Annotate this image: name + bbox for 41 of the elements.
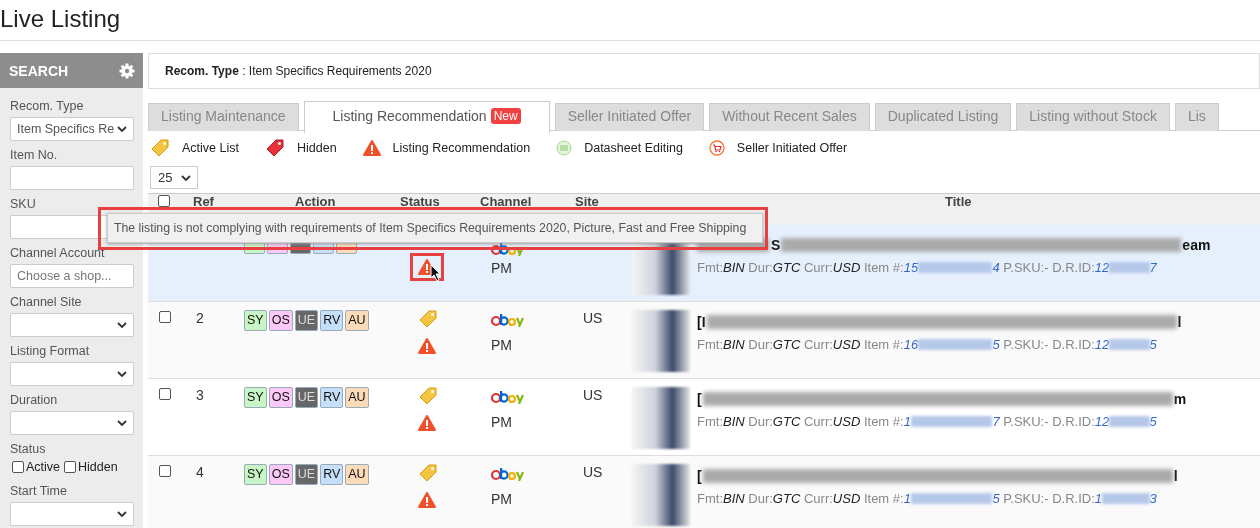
legend-label: Datasheet Editing <box>584 141 683 155</box>
recommendation-type-text: Recom. Type : Item Specifics Requirements 2020 <box>165 64 432 78</box>
field-label: Channel Site <box>10 295 83 309</box>
column-header: Channel <box>480 194 532 209</box>
legend-label: Seller Initiated Offer <box>736 141 848 155</box>
site-code: US <box>583 464 603 480</box>
sidebar-title: SEARCH <box>9 62 69 79</box>
field-label: Recom. Type <box>10 99 85 113</box>
column-header: Title <box>945 194 972 209</box>
field-label: Start Time <box>10 484 68 498</box>
field-label: Status <box>10 442 47 456</box>
tooltip: The listing is not complying with requirements of Item Specifics Requirements 2020, Picture, Fast and Free Shipping <box>107 213 763 243</box>
column-header: Status <box>400 194 440 209</box>
checkbox-label: Active <box>26 460 61 474</box>
column-header: Ref <box>193 194 214 209</box>
listing-details: Fmt:BIN Dur:GTC Curr:USD Item #:1 7 P.SKU:- D.R.ID:12 5 <box>697 414 1158 429</box>
listing-details: Fmt:BIN Dur:GTC Curr:USD Item #:15 4 P.SKU:- D.R.ID:12 7 <box>697 260 1158 275</box>
page-title: Live Listing <box>0 0 1260 41</box>
listing-details: Fmt:BIN Dur:GTC Curr:USD Item #:1 5 P.SKU:- D.R.ID:1 3 <box>697 491 1158 506</box>
field-label: Item No. <box>10 148 59 162</box>
checkbox-label: Hidden <box>78 460 118 474</box>
field-label: Channel Account <box>10 246 106 260</box>
site-code: US <box>583 387 603 403</box>
column-header: Action <box>295 194 336 209</box>
column-header: Site <box>575 194 599 209</box>
site-code: US <box>583 310 603 326</box>
legend-label: Active List <box>182 141 239 155</box>
legend-label: Hidden <box>296 141 337 155</box>
field-label: SKU <box>10 197 37 211</box>
ref-number: 2 <box>196 310 204 326</box>
new-badge: New <box>490 108 521 124</box>
listing-details: Fmt:BIN Dur:GTC Curr:USD Item #:16 5 P.SKU:- D.R.ID:12 5 <box>697 337 1158 352</box>
field-label: Listing Format <box>10 344 91 358</box>
ref-number: 4 <box>196 464 204 480</box>
channel-account: PM <box>491 414 512 430</box>
field-label: Duration <box>10 393 59 407</box>
channel-account: PM <box>491 337 512 353</box>
channel-account: PM <box>491 260 512 276</box>
legend-label: Listing Recommendation <box>392 141 531 155</box>
channel-account: PM <box>491 491 512 507</box>
ref-number: 3 <box>196 387 204 403</box>
